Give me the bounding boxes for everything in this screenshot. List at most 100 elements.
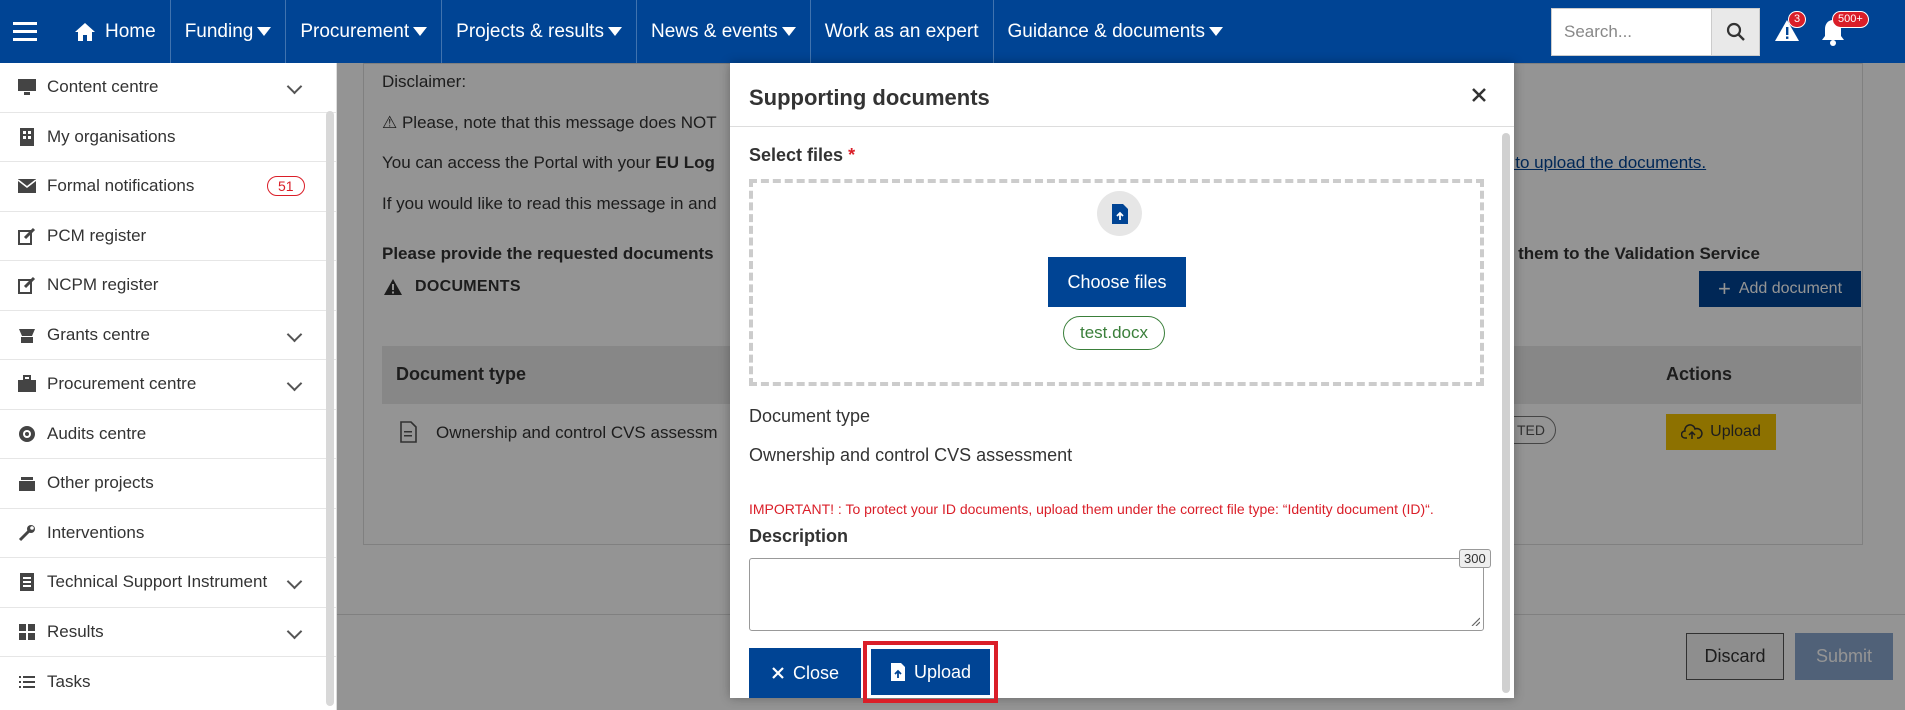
supporting-documents-modal: Supporting documents Select files * Choo… [730,63,1514,703]
important-note: IMPORTANT! : To protect your ID document… [749,501,1434,517]
edit-icon [16,274,38,296]
sidebar-item-interventions[interactable]: Interventions [0,509,336,558]
caret-down-icon [257,27,272,36]
character-limit-badge: 300 [1459,549,1491,568]
upload-button-label: Upload [913,661,972,682]
chevron-down-icon[interactable] [286,375,303,392]
sidebar-item-procurement-centre[interactable]: Procurement centre [0,360,336,410]
choose-files-button[interactable]: Choose files [1048,257,1186,307]
nav-news-events[interactable]: News & events [637,0,811,63]
nav-guidance-documents[interactable]: Guidance & documents [994,0,1238,63]
sidebar-item-label: Content centre [47,77,159,97]
stack-icon [16,472,38,494]
sidebar-item-label: PCM register [47,225,147,245]
sidebar-item-content-centre[interactable]: Content centre [0,63,336,113]
target-icon [16,423,38,445]
sidebar-item-tasks[interactable]: Tasks [0,657,336,707]
sidebar-item-label: NCPM register [47,275,159,295]
nav-procurement[interactable]: Procurement [286,0,443,63]
sidebar-item-my-organisations[interactable]: My organisations [0,113,336,162]
edit-icon [16,225,38,247]
chevron-down-icon[interactable] [286,623,303,639]
search-button[interactable] [1711,8,1760,56]
search-input[interactable] [1551,8,1711,56]
briefcase-icon [16,373,38,395]
sidebar-item-grants-centre[interactable]: Grants centre [0,311,336,360]
top-navigation: Home Funding Procurement Projects & resu… [0,0,1905,63]
notifications-count-badge: 51 [267,176,305,196]
nav-work-as-expert[interactable]: Work as an expert [811,0,994,63]
sidebar-item-label: Audits centre [47,423,147,443]
sidebar-item-pcm-register[interactable]: PCM register [0,212,336,261]
building-icon [16,126,38,148]
chevron-down-icon[interactable] [286,573,303,590]
sidebar-item-technical-support-instrument[interactable]: Technical Support Instrument [0,558,336,608]
chevron-down-icon[interactable] [286,326,303,342]
caret-down-icon [413,27,428,36]
nav-expert-label: Work as an expert [824,20,979,42]
sidebar-item-label: My organisations [47,126,176,146]
modal-header: Supporting documents [730,63,1514,127]
notifications-badge: 500+ [1832,11,1869,28]
upload-button-highlight: Upload [863,641,998,703]
upload-button[interactable]: Upload [871,649,990,695]
chevron-down-icon[interactable] [286,78,303,95]
sidebar-item-audits-centre[interactable]: Audits centre [0,410,336,459]
resize-handle-icon[interactable] [1470,616,1480,626]
sidebar-item-formal-notifications[interactable]: Formal notifications 51 [0,162,336,212]
file-dropzone[interactable]: Choose files test.docx [749,179,1484,386]
sidebar-item-label: Procurement centre [47,374,197,394]
sidebar-item-label: Interventions [47,522,145,542]
wrench-icon [16,522,38,544]
close-button[interactable]: Close [749,648,861,698]
sidebar-item-label: Technical Support Instrument [47,572,268,592]
home-icon [75,22,95,41]
hamburger-menu-icon[interactable] [0,0,50,63]
selected-file-chip[interactable]: test.docx [1063,316,1165,350]
nav-projects-label: Projects & results [456,20,604,42]
alerts-badge: 3 [1788,11,1807,28]
caret-down-icon [781,27,796,36]
nav-funding[interactable]: Funding [171,0,287,63]
grants-icon [16,324,38,346]
grid-icon [16,621,38,643]
sidebar-item-label: Tasks [47,671,91,691]
close-icon[interactable] [1467,83,1491,107]
nav-projects-results[interactable]: Projects & results [442,0,637,63]
nav-home[interactable]: Home [50,0,171,63]
modal-scrollbar[interactable] [1502,133,1510,693]
caret-down-icon [607,27,622,36]
description-textarea[interactable] [749,558,1484,631]
required-mark: * [848,145,856,165]
sidebar-scrollbar[interactable] [326,111,334,706]
select-files-text: Select files [749,145,844,165]
monitor-icon [16,76,38,98]
nav-guidance-label: Guidance & documents [1007,20,1206,42]
sidebar-item-label: Grants centre [47,324,150,344]
nav-procurement-label: Procurement [300,20,410,42]
file-upload-icon [1097,191,1142,236]
document-type-label: Document type [749,406,871,426]
sidebar-item-ncpm-register[interactable]: NCPM register [0,261,336,311]
caret-down-icon [1209,27,1224,36]
file-upload-icon [890,663,905,681]
select-files-label: Select files * [749,145,855,166]
sidebar-item-other-projects[interactable]: Other projects [0,459,336,509]
sidebar: Content centre My organisations Formal n… [0,63,337,710]
sidebar-item-label: Formal notifications [47,176,195,196]
description-label: Description [749,526,849,546]
close-icon [772,667,784,679]
document-type-value: Ownership and control CVS assessment [749,445,1073,465]
list-icon [16,671,38,693]
sidebar-item-label: Results [47,621,104,641]
nav-home-label: Home [105,20,156,42]
search-box [1551,8,1760,56]
nav-news-label: News & events [650,20,778,42]
notifications-button[interactable]: 500+ [1820,11,1869,46]
alerts-button[interactable]: 3 [1774,11,1807,46]
sidebar-item-results[interactable]: Results [0,608,336,657]
search-icon [1726,22,1745,41]
nav-funding-label: Funding [184,20,254,42]
envelope-icon [16,175,38,197]
sidebar-item-label: Other projects [47,473,154,493]
